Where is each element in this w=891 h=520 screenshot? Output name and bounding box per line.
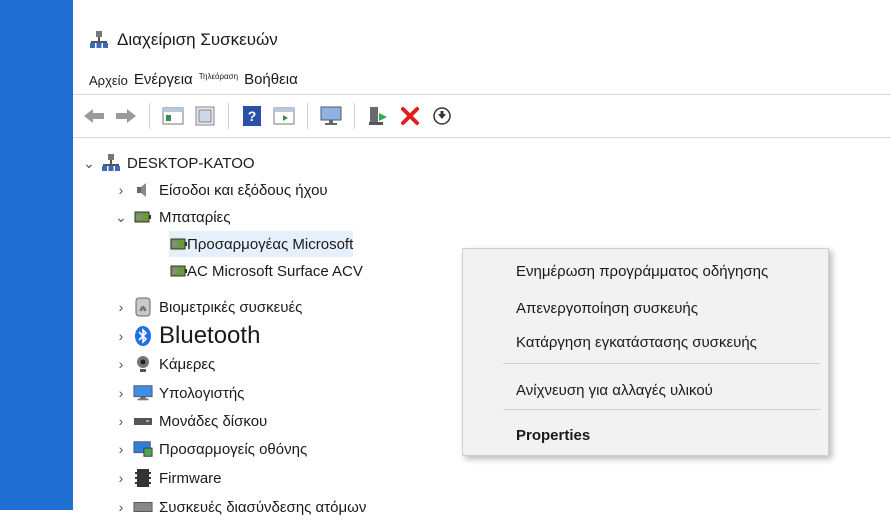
tree-item-ac-surface[interactable]: AC Microsoft Surface ACV (169, 258, 363, 284)
disable-device-menu-item[interactable]: Απενεργοποίηση συσκευής (516, 296, 698, 320)
desktop-background-strip (0, 0, 73, 510)
tree-item-label: Μονάδες δίσκου (159, 412, 268, 430)
monitor-icon[interactable] (318, 103, 344, 129)
properties-menu-item[interactable]: Properties (516, 423, 590, 447)
display-adapter-icon (133, 439, 153, 459)
chevron-right-icon[interactable]: › (115, 499, 127, 515)
webcam-icon (133, 354, 153, 374)
menu-separator (503, 363, 821, 364)
device-manager-icon (89, 30, 109, 50)
update-driver-menu-item[interactable]: Ενημέρωση προγράμματος οδήγησης (516, 259, 768, 283)
speaker-icon (133, 180, 153, 200)
battery-icon (133, 207, 153, 227)
tree-item-cameras[interactable]: › Κάμερες (115, 351, 216, 377)
uninstall-x-icon[interactable] (397, 103, 423, 129)
chevron-down-icon[interactable]: ⌄ (83, 155, 95, 172)
tree-item-bluetooth[interactable]: › Bluetooth (115, 322, 261, 349)
tree-item-firmware[interactable]: › Firmware (115, 465, 222, 491)
menu-help[interactable]: Βοήθεια (244, 71, 298, 88)
tree-item-ms-adapter[interactable]: Προσαρμογέας Microsoft (169, 231, 354, 257)
console-icon[interactable] (271, 103, 297, 129)
battery-icon (169, 234, 189, 254)
menu-file[interactable]: Αρχείο (89, 73, 128, 88)
tree-item-label: Κάμερες (159, 355, 216, 373)
chevron-right-icon[interactable]: › (115, 299, 127, 315)
tree-root[interactable]: ⌄ DESKTOP-KATOO (83, 150, 255, 176)
chip-icon (133, 468, 153, 488)
chevron-down-icon[interactable]: ⌄ (115, 209, 127, 226)
tree-item-label: Συσκευές διασύνδεσης ατόμων (159, 498, 367, 516)
chevron-right-icon[interactable]: › (115, 441, 127, 457)
chevron-right-icon[interactable]: › (115, 328, 127, 344)
fingerprint-icon (133, 297, 153, 317)
menu-bar: Αρχείο Ενέργεια Τηλεόραση Βοήθεια (89, 66, 298, 88)
toolbar-separator (228, 103, 229, 129)
svg-text:?: ? (248, 108, 257, 124)
back-arrow-icon[interactable] (81, 103, 107, 129)
bluetooth-icon (133, 326, 153, 346)
tree-item-label: Firmware (159, 469, 222, 487)
tree-item-label: Υπολογιστής (159, 384, 245, 402)
battery-icon (169, 261, 189, 281)
tree-item-audio[interactable]: › Είσοδοι και εξόδους ήχου (115, 177, 328, 203)
disk-drive-icon (133, 411, 153, 431)
toolbar-separator (354, 103, 355, 129)
forward-arrow-icon[interactable] (113, 103, 139, 129)
chevron-right-icon[interactable]: › (115, 182, 127, 198)
tree-root-label: DESKTOP-KATOO (127, 154, 255, 172)
tree-item-label: Είσοδοι και εξόδους ήχου (159, 181, 328, 199)
scan-hardware-menu-item[interactable]: Ανίχνευση για αλλαγές υλικού (516, 378, 713, 402)
chevron-right-icon[interactable]: › (115, 413, 127, 429)
toolbar: ? (73, 94, 891, 138)
chevron-right-icon[interactable]: › (115, 385, 127, 401)
tree-item-label: Προσαρμογέας Microsoft (187, 235, 354, 253)
context-menu: Ενημέρωση προγράμματος οδήγησης Απενεργο… (462, 248, 829, 456)
tree-item-batteries[interactable]: ⌄ Μπαταρίες (115, 204, 230, 230)
tree-item-biometric[interactable]: › Βιομετρικές συσκευές (115, 294, 302, 320)
window-title: Διαχείριση Συσκευών (117, 30, 278, 49)
tree-item-label: Βιομετρικές συσκευές (159, 298, 303, 316)
title-bar: Διαχείριση Συσκευών (89, 26, 278, 54)
tree-item-hid[interactable]: › Συσκευές διασύνδεσης ατόμων (115, 494, 367, 520)
enable-device-icon[interactable] (365, 103, 391, 129)
monitor-icon (133, 383, 153, 403)
driver-icon[interactable] (192, 103, 218, 129)
tree-item-computer[interactable]: › Υπολογιστής (115, 380, 245, 406)
help-icon[interactable]: ? (239, 103, 265, 129)
menu-action[interactable]: Ενέργεια (134, 71, 193, 88)
tree-item-label: Bluetooth (159, 322, 261, 349)
toolbar-separator (149, 103, 150, 129)
tree-item-label: AC Microsoft Surface ACV (187, 262, 363, 280)
tree-item-disk-drives[interactable]: › Μονάδες δίσκου (115, 408, 268, 434)
tree-item-label: Μπαταρίες (159, 208, 231, 226)
tree-item-label: Προσαρμογείς οθόνης (159, 440, 308, 458)
toolbar-separator (307, 103, 308, 129)
computer-network-icon (101, 153, 121, 173)
chevron-right-icon[interactable]: › (115, 356, 127, 372)
uninstall-device-menu-item[interactable]: Κατάργηση εγκατάστασης συσκευής (516, 330, 757, 354)
properties-icon[interactable] (160, 103, 186, 129)
device-manager-window: Διαχείριση Συσκευών Αρχείο Ενέργεια Τηλε… (73, 0, 891, 516)
menu-separator (503, 409, 821, 410)
tree-item-display-adapters[interactable]: › Προσαρμογείς οθόνης (115, 436, 308, 462)
keyboard-icon (133, 497, 153, 517)
download-icon[interactable] (429, 103, 455, 129)
chevron-right-icon[interactable]: › (115, 470, 127, 486)
menu-view[interactable]: Τηλεόραση (199, 72, 238, 81)
